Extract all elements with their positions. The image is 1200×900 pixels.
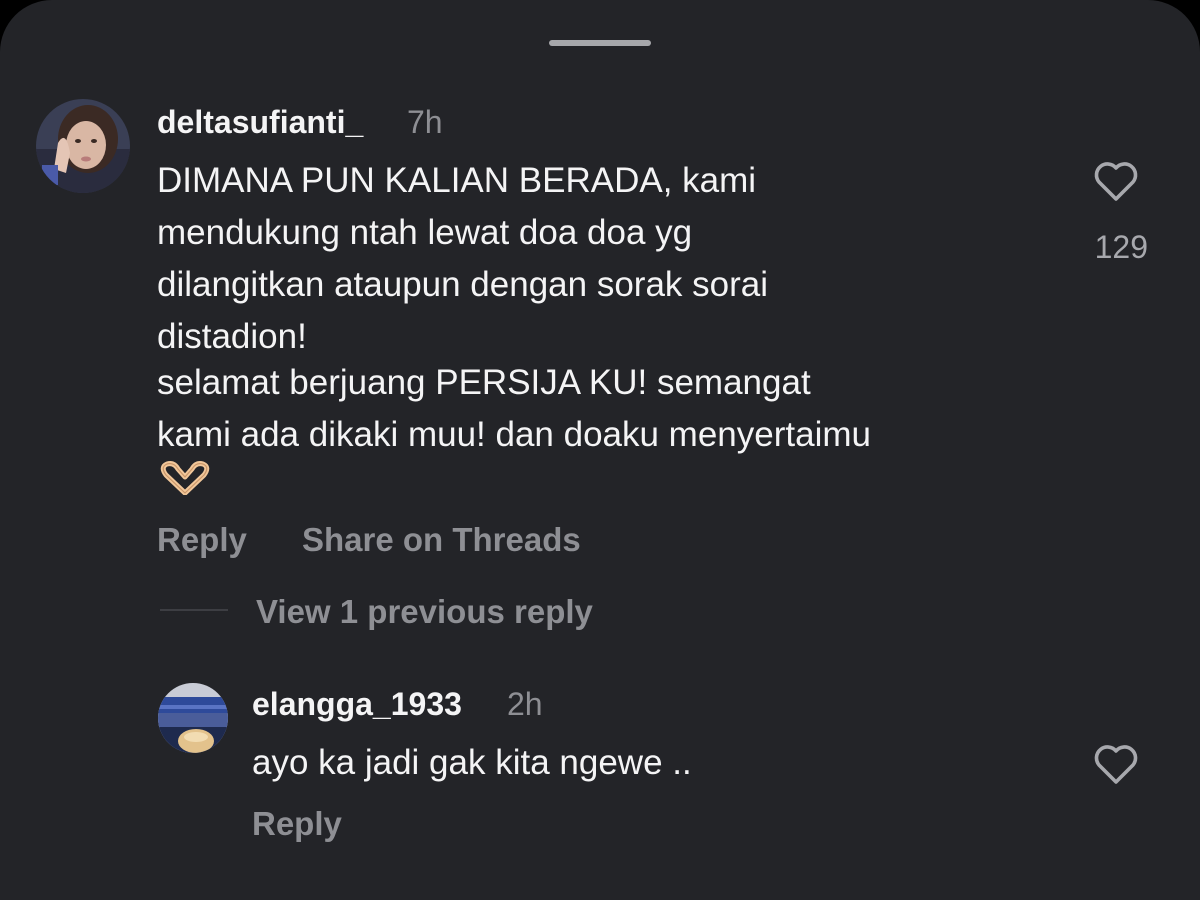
reply-button[interactable]: Reply: [157, 521, 247, 559]
stadium-photo-avatar: [158, 683, 228, 753]
like-button[interactable]: [1093, 743, 1139, 785]
comments-sheet: deltasufianti_ 7h DIMANA PUN KALIAN BERA…: [0, 0, 1200, 900]
reply-username[interactable]: elangga_1933: [252, 686, 462, 723]
thread-divider: [160, 609, 228, 611]
avatar[interactable]: [158, 683, 228, 753]
comment-text: DIMANA PUN KALIAN BERADA, kami mendukung…: [157, 161, 768, 356]
heart-icon: [1093, 160, 1139, 202]
heart-hands-emoji: [158, 461, 212, 496]
reply-button[interactable]: Reply: [252, 805, 342, 843]
heart-icon: [1093, 743, 1139, 785]
like-count: 129: [1094, 229, 1148, 265]
view-previous-reply-button[interactable]: View 1 previous reply: [256, 593, 593, 631]
comment-username[interactable]: deltasufianti_: [157, 104, 363, 141]
drag-handle[interactable]: [549, 40, 651, 46]
avatar[interactable]: [36, 99, 130, 193]
share-on-threads-button[interactable]: Share on Threads: [302, 521, 581, 559]
reply-timestamp: 2h: [507, 686, 543, 722]
comment-text-continued: selamat berjuang PERSIJA KU! semangat ka…: [157, 363, 871, 454]
like-button[interactable]: [1093, 160, 1139, 202]
reply-text: ayo ka jadi gak kita ngewe ..: [252, 743, 692, 782]
comment-timestamp: 7h: [407, 104, 443, 140]
user-photo-avatar: [36, 99, 130, 193]
